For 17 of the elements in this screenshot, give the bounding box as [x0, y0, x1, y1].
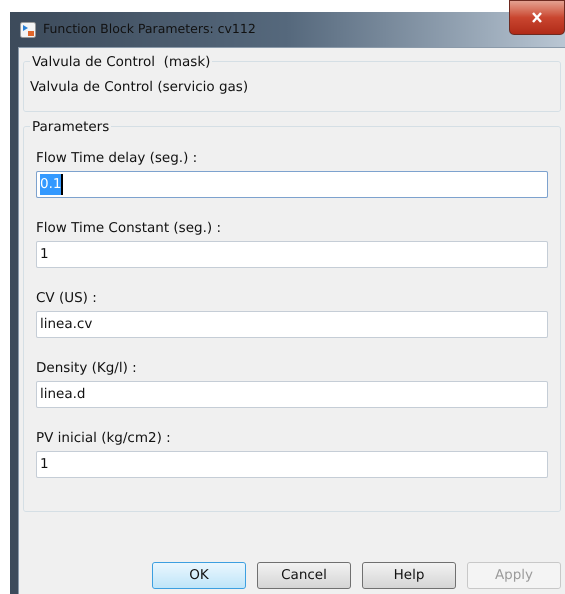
close-icon [531, 12, 543, 23]
mask-description: Valvula de Control (servicio gas) [30, 79, 248, 95]
dialog-button[interactable]: Cancel [257, 562, 351, 589]
field-label: PV inicial (kg/cm2) : [36, 429, 172, 448]
field-label: Density (Kg/l) : [36, 359, 138, 378]
input-field[interactable]: 1 [36, 241, 548, 268]
input-field[interactable]: 1 [36, 451, 548, 478]
dialog-button[interactable]: Help [362, 562, 456, 589]
window-title: Function Block Parameters: cv112 [43, 20, 256, 38]
field-label: Flow Time Constant (seg.) : [36, 219, 222, 238]
field-label: CV (US) : [36, 289, 98, 308]
field-label: Flow Time delay (seg.) : [36, 149, 198, 168]
app-icon [20, 22, 36, 38]
input-field[interactable]: linea.d [36, 381, 548, 408]
input-field[interactable]: linea.cv [36, 311, 548, 338]
dialog-button[interactable]: OK [152, 562, 246, 589]
close-button[interactable] [509, 0, 565, 35]
